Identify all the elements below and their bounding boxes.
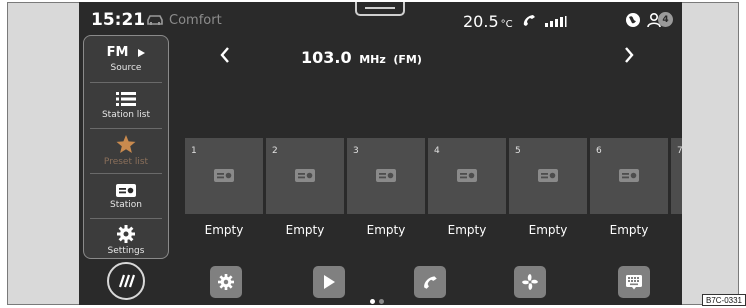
sidebar-item-label: Station list bbox=[101, 109, 151, 120]
sidebar-item-settings[interactable]: Settings bbox=[84, 221, 168, 259]
temperature-value: 20.5 bbox=[463, 12, 499, 31]
chevron-left-icon[interactable] bbox=[217, 45, 233, 65]
phone-connected-icon bbox=[523, 15, 535, 26]
clock: 15:21 bbox=[91, 10, 146, 30]
menu-icon bbox=[118, 274, 136, 288]
temperature-unit: °C bbox=[500, 19, 513, 30]
preset-label: Empty bbox=[447, 223, 487, 237]
preset-number: 6 bbox=[596, 146, 602, 156]
preset-label: Empty bbox=[609, 223, 649, 237]
preset-number: 3 bbox=[353, 146, 359, 156]
climate-shortcut[interactable] bbox=[514, 266, 546, 298]
car-icon bbox=[147, 15, 163, 25]
phone-icon bbox=[424, 276, 437, 289]
divider bbox=[90, 218, 162, 219]
main-menu-button[interactable] bbox=[107, 262, 145, 300]
status-bar: 15:21 Comfort 20.5 °C 4 bbox=[79, 2, 682, 36]
star-icon bbox=[116, 135, 136, 153]
infotainment-screen: 15:21 Comfort 20.5 °C 4 FM Source Statio… bbox=[79, 2, 682, 305]
preset-label: Empty bbox=[285, 223, 325, 237]
radio-icon bbox=[619, 169, 639, 182]
radio-icon bbox=[538, 169, 558, 182]
preset-number: 2 bbox=[272, 146, 278, 156]
preset-tile[interactable]: 2 bbox=[266, 138, 344, 214]
sidebar-item-preset-list[interactable]: Preset list bbox=[84, 132, 168, 170]
source-value: FM bbox=[107, 45, 146, 60]
frequency-value: 103.0 bbox=[301, 48, 352, 67]
keyboard-icon bbox=[626, 275, 642, 290]
pull-down-handle[interactable] bbox=[355, 2, 405, 16]
page-indicator bbox=[370, 299, 390, 305]
frequency-display: 103.0 MHz (FM) bbox=[301, 48, 501, 67]
preset-tile[interactable]: 5 bbox=[509, 138, 587, 214]
play-triangle-icon bbox=[138, 48, 146, 57]
chevron-right-icon[interactable] bbox=[621, 45, 637, 65]
temperature-readout: 20.5 °C bbox=[463, 12, 513, 31]
gear-icon bbox=[218, 274, 234, 290]
preset-number: 7 bbox=[677, 146, 682, 156]
notification-badge[interactable]: 4 bbox=[658, 12, 673, 27]
radio-icon bbox=[376, 169, 396, 182]
source-sidebar: FM Source Station list Preset list Stati… bbox=[83, 35, 169, 259]
preset-number: 5 bbox=[515, 146, 521, 156]
settings-shortcut[interactable] bbox=[210, 266, 242, 298]
divider bbox=[90, 82, 162, 83]
preset-label: Empty bbox=[528, 223, 568, 237]
sidebar-item-label: Station bbox=[110, 200, 142, 210]
sidebar-item-source[interactable]: FM Source bbox=[84, 40, 168, 78]
page-dot[interactable] bbox=[379, 299, 384, 304]
frequency-unit: MHz bbox=[359, 53, 386, 66]
globe-icon[interactable] bbox=[625, 12, 641, 28]
preset-tile[interactable]: 6 bbox=[590, 138, 668, 214]
preset-tile[interactable]: 1 bbox=[185, 138, 263, 214]
media-shortcut[interactable] bbox=[313, 266, 345, 298]
radio-icon bbox=[295, 169, 315, 182]
list-icon bbox=[116, 91, 136, 106]
signal-strength-icon bbox=[545, 16, 567, 27]
radio-icon bbox=[457, 169, 477, 182]
sidebar-item-station[interactable]: Station bbox=[84, 177, 168, 215]
figure-code: B7C-0331 bbox=[702, 294, 746, 306]
preset-number: 4 bbox=[434, 146, 440, 156]
preset-number: 1 bbox=[191, 146, 197, 156]
radio-icon bbox=[214, 169, 234, 182]
sidebar-item-label: Preset list bbox=[103, 157, 149, 167]
preset-label: Empty bbox=[366, 223, 406, 237]
fan-icon bbox=[522, 274, 538, 290]
radio-icon bbox=[116, 184, 136, 197]
divider bbox=[90, 173, 162, 174]
preset-tile[interactable]: 3 bbox=[347, 138, 425, 214]
divider bbox=[90, 128, 162, 129]
page-dot-active[interactable] bbox=[370, 299, 375, 304]
source-band-label: FM bbox=[106, 45, 129, 60]
drive-mode-label[interactable]: Comfort bbox=[169, 13, 222, 28]
sidebar-item-station-list[interactable]: Station list bbox=[84, 86, 168, 124]
keyboard-shortcut[interactable] bbox=[618, 266, 650, 298]
play-icon bbox=[324, 275, 335, 289]
preset-tile[interactable]: 7 bbox=[671, 138, 682, 214]
phone-shortcut[interactable] bbox=[414, 266, 446, 298]
frequency-band: (FM) bbox=[393, 53, 422, 66]
preset-tile[interactable]: 4 bbox=[428, 138, 506, 214]
preset-label: Empty bbox=[204, 223, 244, 237]
gear-icon bbox=[117, 224, 135, 243]
sidebar-item-label: Settings bbox=[107, 245, 145, 256]
sidebar-item-label: Source bbox=[110, 63, 142, 73]
